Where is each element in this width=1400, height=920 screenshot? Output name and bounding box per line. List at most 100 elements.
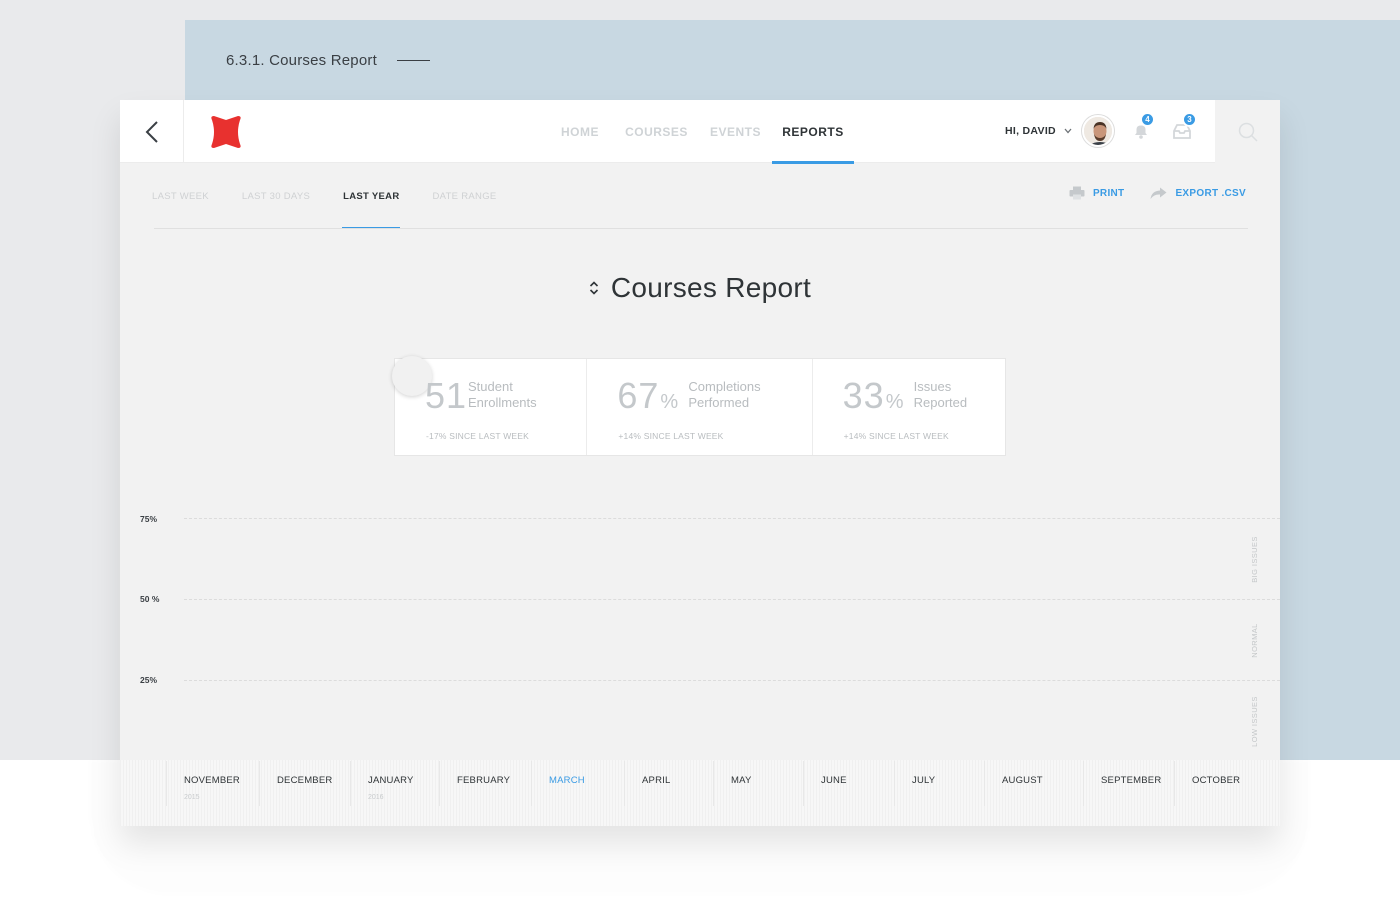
zone-label: BIG ISSUES <box>1249 535 1259 583</box>
stat-unit: % <box>885 391 905 413</box>
month-label: FEBRUARY <box>457 775 511 786</box>
stat-label-line: Student <box>468 379 513 394</box>
date-filters: LAST WEEK LAST 30 DAYS LAST YEAR DATE RANGE <box>152 164 530 229</box>
filter-last-week[interactable]: LAST WEEK <box>152 164 209 229</box>
month-label: AUGUST <box>1002 775 1043 786</box>
nav-courses[interactable]: COURSES <box>614 100 699 163</box>
avatar-photo <box>1084 117 1112 145</box>
notifications-badge: 4 <box>1140 112 1155 127</box>
stat-cards: 51 Student Enrollments -17% SINCE LAST WEEK… <box>392 356 1006 456</box>
search-button[interactable] <box>1215 100 1280 163</box>
month-january[interactable]: JANUARY 2016 <box>350 761 439 806</box>
printer-icon <box>1069 186 1085 200</box>
messages-button[interactable]: 3 <box>1172 112 1197 140</box>
stat-label-line: Performed <box>688 395 750 410</box>
month-august[interactable]: AUGUST <box>984 761 1083 806</box>
notifications-button[interactable]: 4 <box>1132 112 1155 140</box>
main-nav: HOME COURSES EVENTS REPORTS <box>546 100 854 164</box>
zone-label: NORMAL <box>1249 622 1259 658</box>
nav-reports[interactable]: REPORTS <box>772 100 854 164</box>
stat-card-issues-reported[interactable]: 33% Issues Reported +14% SINCE LAST WEEK <box>813 359 1005 455</box>
stat-change: -17% SINCE LAST WEEK <box>426 431 530 441</box>
gridline-50 <box>184 599 1280 600</box>
logo-icon[interactable] <box>208 114 244 150</box>
caption-text: 6.3.1. Courses Report <box>226 52 377 69</box>
stat-label-line: Reported <box>913 395 968 410</box>
month-label: JULY <box>912 775 936 786</box>
page-title: Courses Report <box>610 272 812 303</box>
greeting-text: HI, DAVID <box>1005 125 1056 137</box>
nav-events[interactable]: EVENTS <box>699 100 772 163</box>
y-tick-50: 50 % <box>140 594 160 604</box>
nav-home[interactable]: HOME <box>546 100 614 163</box>
stat-value: 33% <box>843 375 905 417</box>
stat-label-line: Issues <box>913 379 952 394</box>
zone-label: LOW ISSUES <box>1249 695 1259 747</box>
stat-label: Completions Performed <box>688 379 760 411</box>
month-july[interactable]: JULY <box>894 761 984 806</box>
zone-big-issues: BIG ISSUES <box>1244 520 1264 598</box>
month-label: SEPTEMBER <box>1101 775 1162 786</box>
month-label: NOVEMBER <box>184 775 240 786</box>
stat-label-line: Completions <box>688 379 761 394</box>
stat-value: 67% <box>617 375 679 417</box>
report-actions: PRINT EXPORT .CSV <box>1043 186 1246 200</box>
y-tick-25: 25% <box>140 675 158 685</box>
caption-dash <box>396 60 430 61</box>
share-arrow-icon <box>1150 187 1167 199</box>
sort-icon[interactable] <box>589 280 599 296</box>
filter-divider <box>154 228 1248 229</box>
month-timeline: NOVEMBER 2015 DECEMBER JANUARY 2016 FEBRUARY M… <box>166 761 1280 826</box>
stat-label-line: Enrollments <box>468 395 537 410</box>
month-november[interactable]: NOVEMBER 2015 <box>166 761 259 806</box>
y-tick-75: 75% <box>140 514 158 524</box>
month-september[interactable]: SEPTEMBER <box>1083 761 1174 806</box>
back-arrow-icon <box>145 120 158 143</box>
month-october[interactable]: OCTOBER <box>1174 761 1262 806</box>
print-button[interactable]: PRINT <box>1069 186 1125 200</box>
avatar[interactable] <box>1082 115 1114 147</box>
stat-value: 51 <box>425 375 468 417</box>
month-february[interactable]: FEBRUARY <box>439 761 531 806</box>
filter-date-range[interactable]: DATE RANGE <box>432 164 496 229</box>
stat-label: Student Enrollments <box>468 379 537 411</box>
top-bar: HOME COURSES EVENTS REPORTS HI, DAVID 4 3 <box>120 100 1280 164</box>
report-header: Courses Report <box>120 272 1280 304</box>
gridline-75 <box>184 518 1280 519</box>
user-menu[interactable]: HI, DAVID <box>1005 125 1072 137</box>
month-label: JANUARY <box>368 775 414 786</box>
stat-number: 33 <box>842 375 885 416</box>
section-caption: 6.3.1. Courses Report <box>226 52 430 69</box>
month-label: JUNE <box>821 775 847 786</box>
stat-number: 51 <box>425 375 468 416</box>
stat-label: Issues Reported <box>914 379 967 411</box>
month-may[interactable]: MAY <box>713 761 803 806</box>
chevron-down-icon <box>1064 128 1072 134</box>
messages-badge: 3 <box>1182 112 1197 127</box>
filter-last-30-days[interactable]: LAST 30 DAYS <box>242 164 310 229</box>
month-year: 2015 <box>184 794 200 801</box>
month-june[interactable]: JUNE <box>803 761 894 806</box>
export-label: EXPORT .CSV <box>1175 187 1246 199</box>
zone-low-issues: LOW ISSUES <box>1244 682 1264 760</box>
month-april[interactable]: APRIL <box>624 761 713 806</box>
filter-last-year[interactable]: LAST YEAR <box>342 164 401 229</box>
print-label: PRINT <box>1092 187 1125 199</box>
month-march[interactable]: MARCH <box>531 761 624 806</box>
stat-card-student-enrollments[interactable]: 51 Student Enrollments -17% SINCE LAST WEEK <box>392 356 588 455</box>
month-label: MARCH <box>549 775 585 786</box>
month-label: APRIL <box>642 775 671 786</box>
month-label: OCTOBER <box>1192 775 1241 786</box>
back-button[interactable] <box>120 100 184 163</box>
export-csv-button[interactable]: EXPORT .CSV <box>1150 187 1246 200</box>
search-icon <box>1238 122 1258 142</box>
stat-card-completions-performed[interactable]: 67% Completions Performed +14% SINCE LAST W… <box>587 359 813 455</box>
month-december[interactable]: DECEMBER <box>259 761 350 806</box>
gridline-25 <box>184 680 1280 681</box>
stat-change: +14% SINCE LAST WEEK <box>843 431 949 441</box>
month-year: 2016 <box>368 794 384 801</box>
app-window: HOME COURSES EVENTS REPORTS HI, DAVID 4 3 <box>120 100 1280 826</box>
month-label: DECEMBER <box>277 775 333 786</box>
stat-change: +14% SINCE LAST WEEK <box>618 431 724 441</box>
stat-unit: % <box>660 391 680 413</box>
